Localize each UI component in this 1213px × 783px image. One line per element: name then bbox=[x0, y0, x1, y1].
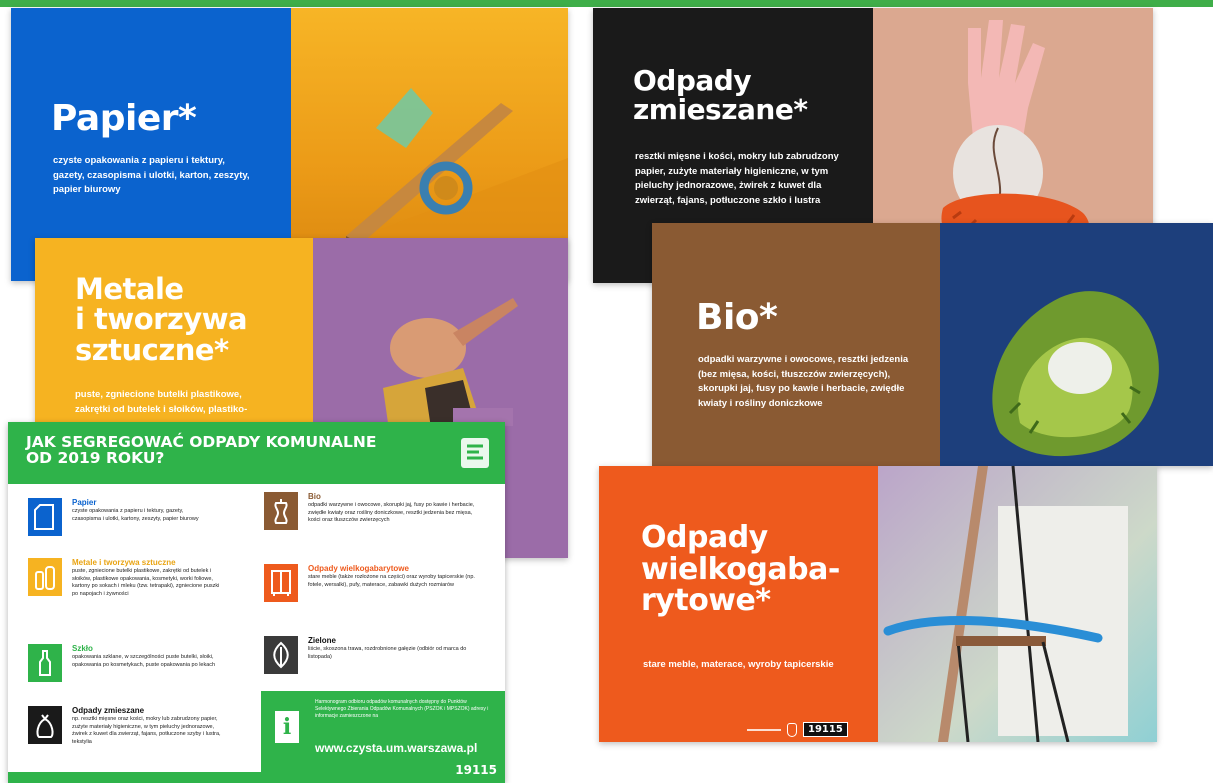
leaflet-item-wielkogabarytowe: Odpady wielkogabarytowe stare meble (tak… bbox=[264, 564, 499, 624]
leaflet-bottom-bar bbox=[8, 772, 261, 783]
zmieszane-desc: resztki mięsne i kości, mokry lub zabrud… bbox=[635, 151, 839, 207]
leaflet-item-szklo: Szkło opakowania szklane, w szczególnośc… bbox=[28, 644, 253, 694]
glass-bottle-icon bbox=[28, 644, 62, 682]
papier-desc: czyste opakowania z papieru i tektury, g… bbox=[53, 155, 250, 196]
wardrobe-icon bbox=[264, 564, 298, 602]
metale-title-line2: i tworzywa bbox=[75, 302, 248, 337]
recycling-logo-icon bbox=[461, 438, 489, 468]
leaflet-url-link[interactable]: www.czysta.um.warszawa.pl bbox=[315, 741, 477, 755]
wielko-title-line2: wielkogaba- bbox=[641, 551, 840, 587]
wielko-title-line3: rytowe* bbox=[641, 583, 771, 618]
bio-title: Bio* bbox=[696, 297, 778, 338]
leaflet-item-zmieszane: Odpady zmieszane np. resztki mięsne oraz… bbox=[28, 706, 253, 766]
top-accent-bar bbox=[0, 0, 1213, 7]
wielko-footer: 19115 bbox=[747, 722, 848, 737]
card-bio: Bio* odpadki warzywne i owocowe, resztki… bbox=[652, 223, 1213, 466]
leaflet-item-name: Zielone bbox=[308, 636, 337, 645]
warsaw-crest-icon bbox=[787, 722, 797, 737]
leaflet-item-text: np. resztki mięsne oraz kości, mokry lub… bbox=[72, 716, 221, 746]
hotline-number: 19115 bbox=[803, 722, 848, 737]
leaflet-how-to-segregate: JAK SEGREGOWAĆ ODPADY KOMUNALNE OD 2019 … bbox=[8, 422, 505, 783]
wielko-title: Odpady wielkogaba- rytowe* bbox=[641, 522, 840, 617]
leaflet-item-text: odpadki warzywne i owocowe, skorupki jaj… bbox=[308, 502, 475, 524]
leaflet-hotline-number: 19115 bbox=[455, 763, 497, 777]
leaflet-item-text: puste, zgniecione butelki plastikowe, za… bbox=[72, 568, 220, 598]
papier-title: Papier* bbox=[51, 98, 197, 139]
leaflet-info-box: i Harmonogram odbioru odpadów komunalnyc… bbox=[261, 691, 505, 783]
leaf-icon bbox=[264, 636, 298, 674]
trash-bag-icon bbox=[28, 706, 62, 744]
leaflet-item-name: Odpady wielkogabarytowe bbox=[308, 564, 409, 573]
leaflet-item-name: Bio bbox=[308, 492, 321, 501]
zmieszane-title-line2: zmieszane* bbox=[633, 93, 808, 127]
leaflet-item-papier: Papier czyste opakowania z papieru i tek… bbox=[28, 498, 253, 553]
zmieszane-title-line1: Odpady bbox=[633, 64, 752, 97]
leaflet-heading-line2: OD 2019 ROKU? bbox=[26, 449, 165, 468]
leaflet-item-metale: Metale i tworzywa sztuczne puste, zgniec… bbox=[28, 558, 253, 628]
leaflet-item-name: Metale i tworzywa sztuczne bbox=[72, 558, 176, 567]
metale-title-line3: sztuczne* bbox=[75, 332, 229, 367]
leaflet-item-bio: Bio odpadki warzywne i owocowe, skorupki… bbox=[264, 492, 499, 552]
leaflet-item-text: opakowania szklane, w szczególności pust… bbox=[72, 654, 216, 668]
leaflet-header: JAK SEGREGOWAĆ ODPADY KOMUNALNE OD 2019 … bbox=[8, 422, 505, 484]
leaflet-heading-line1: JAK SEGREGOWAĆ ODPADY KOMUNALNE bbox=[26, 433, 377, 451]
bio-desc: odpadki warzywne i owocowe, resztki jedz… bbox=[698, 354, 909, 410]
leaflet-item-name: Odpady zmieszane bbox=[72, 706, 145, 715]
apple-core-icon bbox=[264, 492, 298, 530]
wielko-panel: Odpady wielkogaba- rytowe* stare meble, … bbox=[599, 466, 878, 742]
footer-dash bbox=[747, 728, 781, 731]
leaflet-item-text: liście, skoszona trawa, rozdrobnione gał… bbox=[308, 646, 467, 660]
leaflet-item-text: czyste opakowania z papieru i tektury, g… bbox=[72, 508, 199, 522]
leaflet-item-zielone: Zielone liście, skoszona trawa, rozdrobn… bbox=[264, 636, 499, 686]
metale-desc: puste, zgniecione butelki plastikowe, za… bbox=[75, 389, 248, 415]
leaflet-item-text: stare meble (także rozłożone na części) … bbox=[308, 574, 475, 588]
metale-title-line1: Metale bbox=[75, 272, 184, 306]
leaflet-item-name: Papier bbox=[72, 498, 97, 507]
metale-title: Metale i tworzywa sztuczne* bbox=[75, 272, 248, 367]
info-icon: i bbox=[275, 711, 299, 743]
wielko-desc: stare meble, materace, wyroby tapicerski… bbox=[643, 659, 834, 670]
bio-panel: Bio* odpadki warzywne i owocowe, resztki… bbox=[652, 223, 940, 466]
leaflet-item-name: Szkło bbox=[72, 644, 93, 653]
wielko-title-line1: Odpady bbox=[641, 520, 768, 555]
paper-icon bbox=[28, 498, 62, 536]
zmieszane-title: Odpady zmieszane* bbox=[633, 64, 808, 127]
leaflet-info-text: Harmonogram odbioru odpadów komunalnych … bbox=[315, 699, 489, 719]
wielko-photo bbox=[878, 466, 1157, 742]
card-wielkogabarytowe: Odpady wielkogaba- rytowe* stare meble, … bbox=[599, 466, 1157, 742]
leaflet-heading: JAK SEGREGOWAĆ ODPADY KOMUNALNE OD 2019 … bbox=[26, 434, 426, 467]
bottle-can-icon bbox=[28, 558, 62, 596]
bio-photo bbox=[940, 223, 1213, 466]
